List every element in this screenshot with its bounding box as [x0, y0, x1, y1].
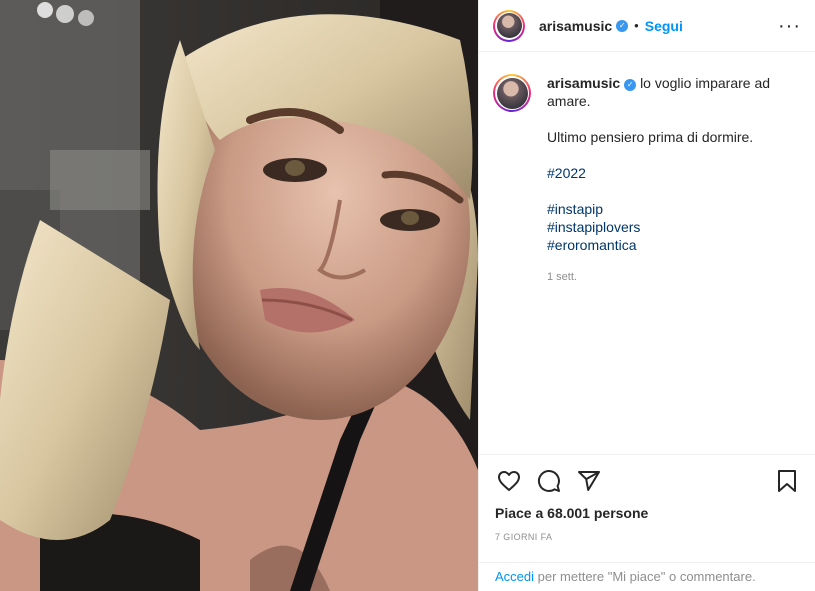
- heart-icon[interactable]: [495, 467, 523, 495]
- caption-second-line: Ultimo pensiero prima di dormire.: [547, 129, 754, 145]
- likes-count[interactable]: Piace a 68.001 persone: [479, 495, 815, 521]
- author-avatar[interactable]: [493, 9, 525, 42]
- post-header: arisamusic ✓ • Segui ···: [479, 0, 815, 52]
- post-date[interactable]: 7 GIORNI FA: [479, 521, 815, 542]
- avatar-ring: [495, 76, 529, 110]
- caption-author-avatar[interactable]: [493, 74, 531, 112]
- post-side-panel: arisamusic ✓ • Segui ··· arisamusic ✓ lo …: [478, 0, 815, 591]
- comment-icon[interactable]: [535, 467, 563, 495]
- login-link[interactable]: Accedi: [495, 569, 534, 584]
- avatar-image: [496, 77, 528, 109]
- caption-timestamp[interactable]: 1 sett.: [547, 268, 783, 286]
- caption-author-username[interactable]: arisamusic: [547, 75, 620, 91]
- action-bar: [479, 455, 815, 495]
- hashtag-link[interactable]: #2022: [547, 164, 783, 182]
- hashtag-link[interactable]: #instapiplovers: [547, 218, 783, 236]
- comments-section: arisamusic ✓ lo voglio imparare ad amare.…: [479, 52, 815, 454]
- hashtag-link[interactable]: #eroromantica: [547, 236, 783, 254]
- hashtag-link[interactable]: #instapip: [547, 200, 783, 218]
- more-horizontal-icon[interactable]: ···: [778, 16, 801, 36]
- post-actions-area: Piace a 68.001 persone 7 GIORNI FA Acced…: [479, 454, 815, 591]
- follow-button[interactable]: Segui: [645, 18, 683, 34]
- login-prompt-text: per mettere "Mi piace" o commentare.: [534, 569, 756, 584]
- avatar-ring: [495, 11, 523, 40]
- instagram-post: arisamusic ✓ • Segui ··· arisamusic ✓ lo …: [0, 0, 815, 591]
- avatar-image: [496, 13, 522, 38]
- caption: arisamusic ✓ lo voglio imparare ad amare.…: [493, 74, 801, 286]
- verified-badge-icon: ✓: [616, 19, 629, 32]
- author-username[interactable]: arisamusic: [539, 18, 612, 34]
- selfie-photo-illustration: [0, 0, 478, 591]
- post-photo[interactable]: [0, 0, 478, 591]
- paper-plane-icon[interactable]: [575, 467, 603, 495]
- separator-dot: •: [634, 18, 639, 33]
- caption-body: arisamusic ✓ lo voglio imparare ad amare.…: [547, 74, 783, 286]
- verified-badge-icon: ✓: [624, 79, 637, 91]
- bookmark-icon[interactable]: [773, 467, 801, 495]
- login-prompt: Accedi per mettere "Mi piace" o commenta…: [479, 562, 815, 591]
